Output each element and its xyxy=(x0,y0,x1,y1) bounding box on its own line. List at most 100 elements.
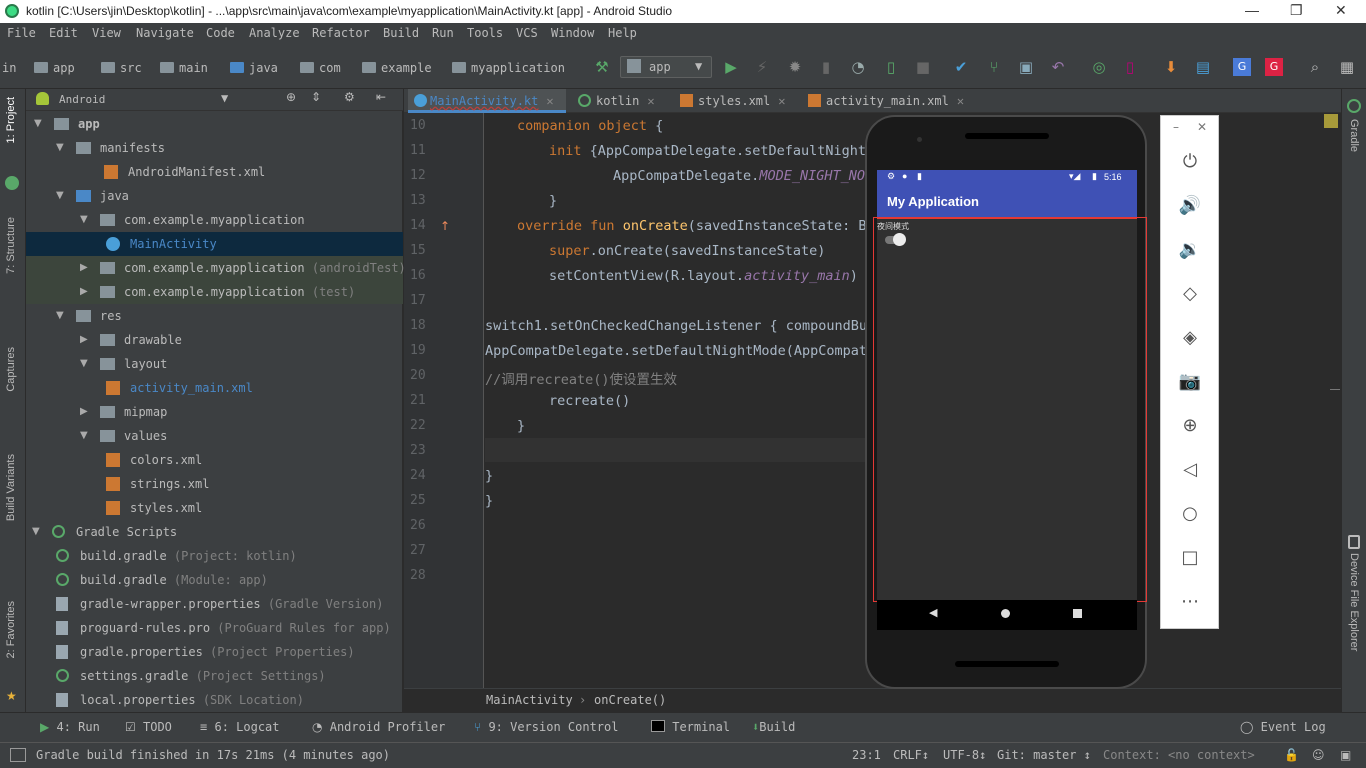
emulator-minimize-icon[interactable]: – xyxy=(1173,120,1179,134)
revert-icon[interactable]: ↶ xyxy=(1049,58,1067,76)
lock-icon[interactable]: 🔓 xyxy=(1284,748,1299,762)
line-separator[interactable]: CRLF↕ xyxy=(893,748,929,762)
chevron-right-icon[interactable]: ▶ xyxy=(80,328,88,352)
tree-item[interactable]: ▼ com.example.myapplication xyxy=(26,208,403,232)
tree-item[interactable]: ▶ mipmap xyxy=(26,400,403,424)
tree-item[interactable]: ▼ java xyxy=(26,184,403,208)
translate-icon[interactable]: G xyxy=(1233,58,1251,76)
chevron-down-icon[interactable]: ▼ xyxy=(80,424,88,448)
collapse-all-icon[interactable]: ⇕ xyxy=(311,90,321,104)
file-encoding[interactable]: UTF-8↕ xyxy=(943,748,986,762)
tree-item[interactable]: ▼ manifests xyxy=(26,136,403,160)
git-branch[interactable]: Git: master ↕ xyxy=(997,748,1091,762)
tree-item[interactable]: ▶ com.example.myapplication (test) xyxy=(26,280,403,304)
tool-terminal[interactable]: Terminal xyxy=(651,720,730,734)
tree-item[interactable]: ▼ layout xyxy=(26,352,403,376)
tree-item[interactable]: local.properties (SDK Location) xyxy=(26,688,403,712)
tree-item[interactable]: AndroidManifest.xml xyxy=(26,160,403,184)
camera-icon[interactable]: 📷 xyxy=(1178,370,1202,394)
debug-icon[interactable]: ✹ xyxy=(786,58,804,76)
tab-device-file-explorer[interactable]: Device File Explorer xyxy=(1348,553,1360,651)
back-icon[interactable]: ◁ xyxy=(1178,458,1202,482)
tab-styles-xml[interactable]: styles.xml ✕ xyxy=(676,89,785,113)
chevron-down-icon[interactable]: ▼ xyxy=(32,520,40,544)
nav-crumb-src[interactable]: src xyxy=(101,61,142,75)
tab-mainactivity-kt[interactable]: MainActivity.kt ✕ xyxy=(408,89,566,113)
tree-item[interactable]: MainActivity xyxy=(26,232,403,256)
tree-item[interactable]: ▼ res xyxy=(26,304,403,328)
tool-android-profiler[interactable]: ◔ Android Profiler xyxy=(312,720,445,734)
tab-build-variants[interactable]: Build Variants xyxy=(5,454,17,521)
locate-icon[interactable]: ⊕ xyxy=(286,90,296,104)
tree-item[interactable]: activity_main.xml xyxy=(26,376,403,400)
tool-build[interactable]: ⬇Build xyxy=(752,720,795,734)
layout-icon[interactable]: ▦ xyxy=(1338,58,1356,76)
tree-item[interactable]: settings.gradle (Project Settings) xyxy=(26,664,403,688)
tab-project[interactable]: 1: Project xyxy=(5,97,17,143)
tree-item[interactable]: styles.xml xyxy=(26,496,403,520)
close-tab-icon[interactable]: ✕ xyxy=(647,94,654,108)
vcs-push-icon[interactable]: ⑂ xyxy=(985,58,1003,76)
tree-item[interactable]: gradle-wrapper.properties (Gradle Versio… xyxy=(26,592,403,616)
close-tab-icon[interactable]: ✕ xyxy=(546,94,553,108)
chevron-down-icon[interactable]: ▼ xyxy=(221,91,228,105)
menu-file[interactable]: File xyxy=(7,26,36,40)
nav-recents-icon[interactable] xyxy=(1073,609,1082,618)
breadcrumb-class[interactable]: MainActivity xyxy=(486,693,573,707)
tree-item[interactable]: ▶ drawable xyxy=(26,328,403,352)
tree-item[interactable]: ▼ app xyxy=(26,112,403,136)
tree-item[interactable]: strings.xml xyxy=(26,472,403,496)
hide-panel-icon[interactable]: ⇤ xyxy=(376,90,386,104)
nav-crumb-main[interactable]: main xyxy=(160,61,208,75)
vcs-history-icon[interactable]: ▣ xyxy=(1017,58,1035,76)
inspection-status-icon[interactable] xyxy=(1324,114,1338,128)
more-icon[interactable]: ⋯ xyxy=(1178,590,1202,614)
tree-item[interactable]: colors.xml xyxy=(26,448,403,472)
tab-activity-main-xml[interactable]: activity_main.xml ✕ xyxy=(804,89,964,113)
menu-view[interactable]: View xyxy=(92,26,121,40)
chevron-right-icon[interactable]: ▶ xyxy=(80,400,88,424)
toggle-tool-windows-icon[interactable] xyxy=(10,748,26,762)
sdk-manager-icon[interactable]: ⬇ xyxy=(1162,58,1180,76)
nav-crumb-com[interactable]: com xyxy=(300,61,341,75)
minimize-icon[interactable]: — xyxy=(1245,2,1259,18)
tree-item[interactable]: proguard-rules.pro (ProGuard Rules for a… xyxy=(26,616,403,640)
run-icon[interactable]: ▶ xyxy=(722,58,740,76)
menu-help[interactable]: Help xyxy=(608,26,637,40)
attach-debugger-icon[interactable]: ▮ xyxy=(817,58,835,76)
tool-version-control[interactable]: ⑂ 9: Version Control xyxy=(474,720,618,734)
status-message[interactable]: Gradle build finished in 17s 21ms (4 min… xyxy=(36,748,390,762)
resource-manager-icon[interactable] xyxy=(5,176,19,190)
tool-run[interactable]: ▶ 4: Run xyxy=(40,720,100,734)
tree-item[interactable]: build.gradle (Project: kotlin) xyxy=(26,544,403,568)
restore-icon[interactable]: ❐ xyxy=(1290,2,1303,19)
override-marker-icon[interactable]: ↑ xyxy=(440,219,450,233)
close-icon[interactable]: ✕ xyxy=(1335,2,1347,19)
emulator-close-icon[interactable]: ✕ xyxy=(1197,120,1207,134)
tab-gradle[interactable]: Gradle xyxy=(1348,119,1360,152)
close-tab-icon[interactable]: ✕ xyxy=(778,94,785,108)
volume-up-icon[interactable]: 🔊 xyxy=(1178,194,1202,218)
tree-item[interactable]: ▼ Gradle Scripts xyxy=(26,520,403,544)
power-icon[interactable]: ⏻ xyxy=(1178,150,1202,174)
tool-logcat[interactable]: ≡ 6: Logcat xyxy=(200,720,280,734)
vcs-update-icon[interactable]: ✔ xyxy=(952,58,970,76)
run-config-select[interactable]: app ▼ xyxy=(620,56,712,78)
zoom-icon[interactable]: ⊕ xyxy=(1178,414,1202,438)
menu-vcs[interactable]: VCS xyxy=(516,26,538,40)
context-indicator[interactable]: Context: <no context> xyxy=(1103,748,1255,762)
rotate-left-icon[interactable]: ◇ xyxy=(1178,282,1202,306)
chevron-down-icon[interactable]: ▼ xyxy=(56,304,64,328)
close-tab-icon[interactable]: ✕ xyxy=(957,94,964,108)
sync-gradle-icon[interactable]: ◎ xyxy=(1090,58,1108,76)
tab-favorites[interactable]: 2: Favorites xyxy=(5,601,17,658)
tab-kotlin[interactable]: kotlin ✕ xyxy=(574,89,655,113)
chevron-right-icon[interactable]: ▶ xyxy=(80,256,88,280)
menu-analyze[interactable]: Analyze xyxy=(249,26,300,40)
volume-down-icon[interactable]: 🔉 xyxy=(1178,238,1202,262)
tab-structure[interactable]: 7: Structure xyxy=(5,217,17,274)
home-icon[interactable]: ○ xyxy=(1178,502,1202,526)
tree-item[interactable]: ▼ values xyxy=(26,424,403,448)
stop-icon[interactable]: ■ xyxy=(914,58,932,76)
overview-icon[interactable]: □ xyxy=(1178,546,1202,570)
